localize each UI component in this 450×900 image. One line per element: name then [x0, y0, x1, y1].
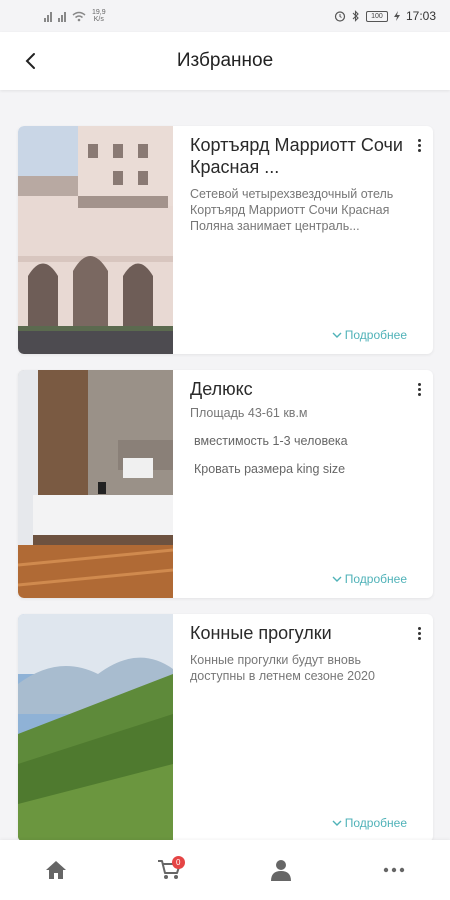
nav-more[interactable] [364, 840, 424, 900]
status-time: 17:03 [405, 9, 436, 23]
card-description: Сетевой четырехзвездочный отель Кортъярд… [190, 187, 394, 233]
bottom-navigation: 0 [0, 840, 450, 900]
app-bar: Избранное [0, 32, 450, 90]
card-title: Делюкс [190, 379, 253, 399]
network-speed: 19,9 K/s [92, 9, 106, 23]
charging-icon [393, 11, 400, 21]
status-right: 100 17:03 [334, 9, 436, 23]
wifi-icon [72, 11, 86, 21]
more-link-label: Подробнее [344, 572, 407, 586]
hotel-room-photo [18, 370, 173, 598]
bluetooth-icon [352, 10, 359, 22]
battery-icon: 100 [365, 10, 388, 22]
more-link-label: Подробнее [344, 328, 407, 342]
favorite-card-activity[interactable]: Конные прогулки Конные прогулки будут вн… [18, 614, 433, 842]
mountain-meadow-photo [18, 614, 173, 842]
alarm-icon [334, 11, 346, 22]
card-description: Конные прогулки будут вновь доступны в л… [190, 653, 375, 683]
favorites-list: Кортъярд Марриотт Сочи Красная ... Сетев… [18, 126, 433, 858]
user-icon [271, 860, 292, 881]
network-speed-unit: K/s [93, 16, 104, 23]
card-subtitle: Площадь 43-61 кв.м [190, 406, 308, 420]
card-body: Конные прогулки Конные прогулки будут вн… [173, 614, 433, 842]
home-icon [46, 861, 67, 879]
card-body: Кортъярд Марриотт Сочи Красная ... Сетев… [173, 126, 433, 354]
more-link-label: Подробнее [344, 816, 407, 830]
back-button[interactable] [0, 32, 60, 90]
favorite-card-room[interactable]: Делюкс Площадь 43-61 кв.м вместимость 1-… [18, 370, 433, 598]
feature-item: вместимость 1-3 человека [194, 434, 348, 448]
favorite-card-hotel[interactable]: Кортъярд Марриотт Сочи Красная ... Сетев… [18, 126, 433, 354]
chevron-down-icon [332, 820, 342, 826]
kebab-menu-icon[interactable] [411, 134, 427, 156]
kebab-menu-icon[interactable] [411, 378, 427, 400]
more-link[interactable]: Подробнее [332, 816, 407, 830]
signal-icon-2 [58, 11, 66, 22]
network-speed-value: 19,9 [92, 9, 106, 16]
chevron-left-icon [25, 53, 35, 69]
more-icon [383, 867, 404, 873]
nav-home[interactable] [26, 840, 86, 900]
page-title: Избранное [176, 50, 274, 71]
chevron-down-icon [332, 332, 342, 338]
kebab-menu-icon[interactable] [411, 622, 427, 644]
cart-badge: 0 [171, 856, 185, 869]
more-link[interactable]: Подробнее [332, 328, 407, 342]
hotel-facade-photo [18, 126, 173, 354]
chevron-down-icon [332, 576, 342, 582]
nav-cart[interactable]: 0 [139, 840, 199, 900]
card-title: Кортъярд Марриотт Сочи Красная ... [190, 135, 403, 177]
nav-profile[interactable] [251, 840, 311, 900]
more-link[interactable]: Подробнее [332, 572, 407, 586]
status-bar: 19,9 K/s 100 17:03 [0, 0, 450, 32]
signal-icon [44, 11, 52, 22]
card-title: Конные прогулки [190, 623, 332, 643]
feature-item: Кровать размера king size [194, 462, 346, 476]
status-left: 19,9 K/s [44, 9, 106, 23]
card-body: Делюкс Площадь 43-61 кв.м вместимость 1-… [173, 370, 433, 598]
